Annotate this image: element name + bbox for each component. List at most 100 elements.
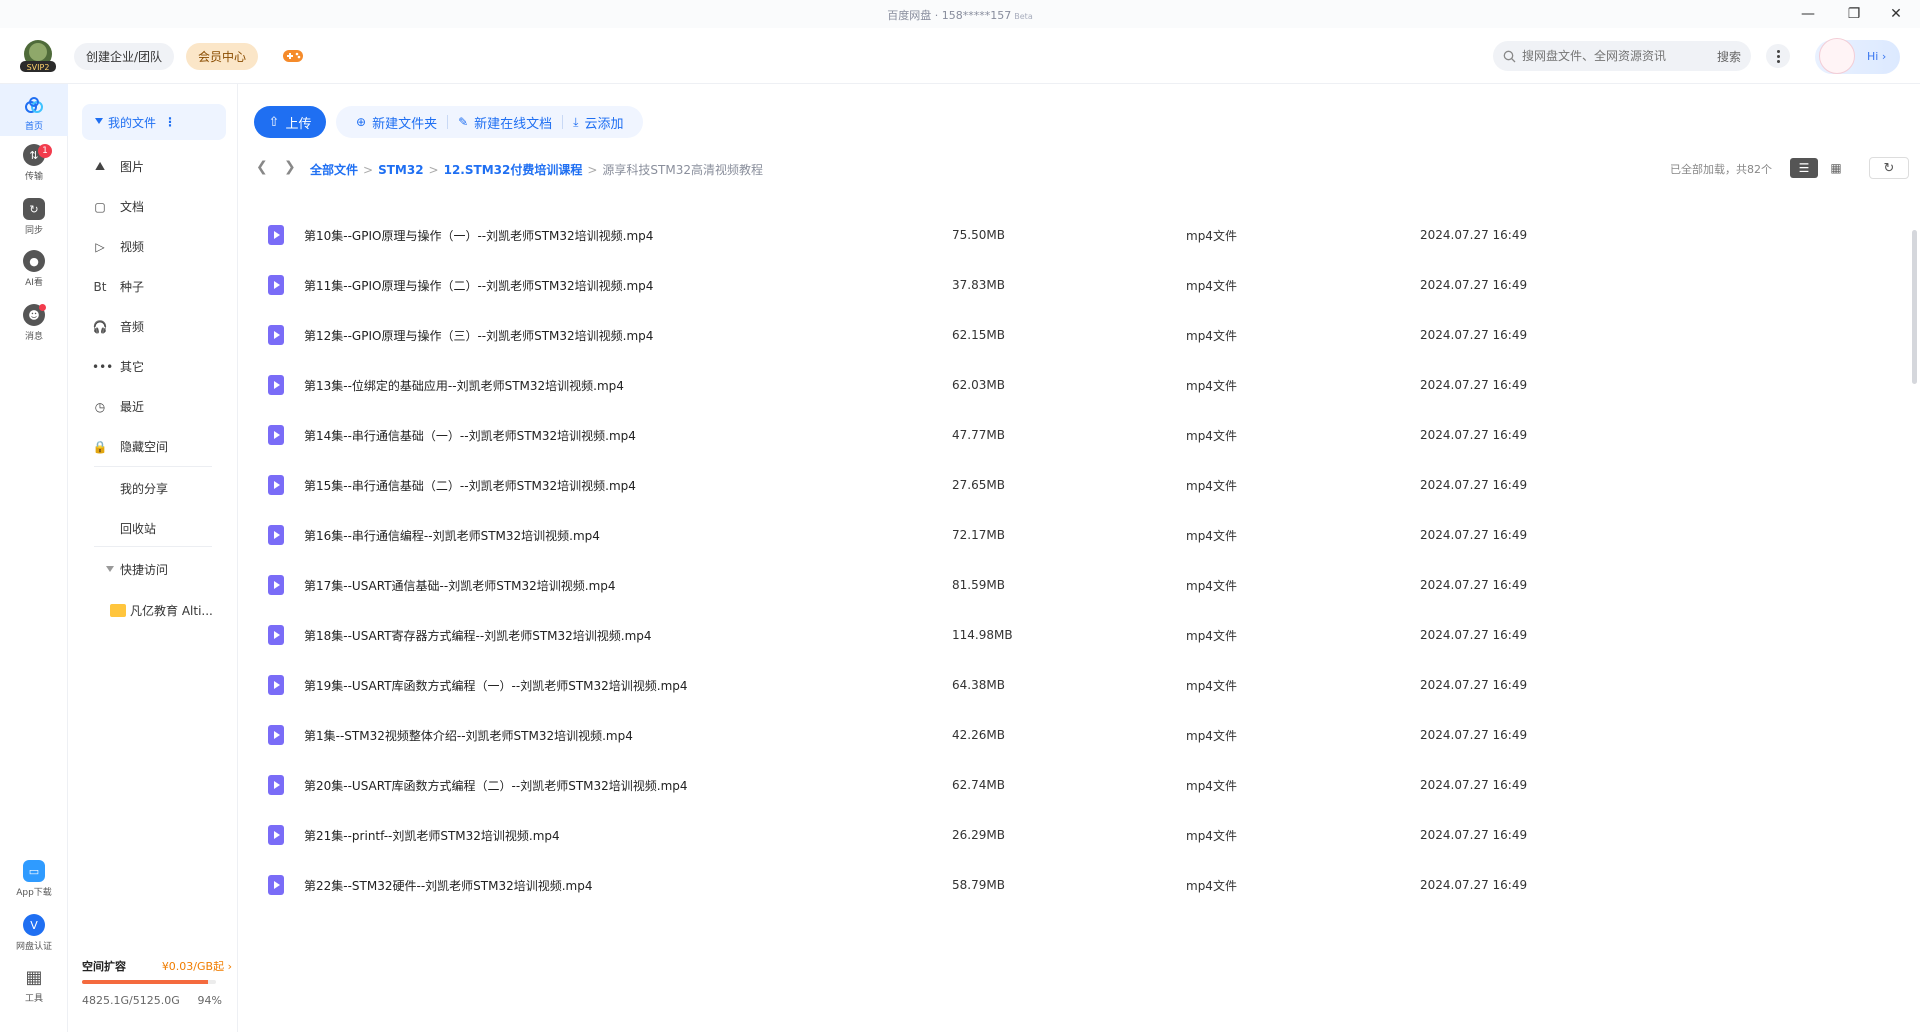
file-name[interactable]: 第15集--串行通信基础（二）--刘凯老师STM32培训视频.mp4 [304, 477, 636, 494]
file-row[interactable]: 第10集--GPIO原理与操作（一）--刘凯老师STM32培训视频.mp4 75.… [238, 210, 1920, 260]
list-view-icon[interactable]: ☰ [1790, 158, 1818, 178]
svip-avatar-logo[interactable]: SVIP2 [18, 39, 58, 73]
rail-item-ai[interactable]: ● AI看 [0, 250, 68, 288]
user-hi-badge[interactable]: Hi › [1815, 38, 1900, 74]
file-row[interactable]: 第15集--串行通信基础（二）--刘凯老师STM32培训视频.mp4 27.65M… [238, 460, 1920, 510]
rail-item-app-download[interactable]: ▭ App下载 [0, 860, 68, 898]
breadcrumb-item[interactable]: 全部文件 [310, 161, 358, 178]
search-button[interactable]: 搜索 [1717, 48, 1741, 65]
cloud-add-button[interactable]: ⤓ 云添加 [563, 113, 633, 132]
file-name[interactable]: 第11集--GPIO原理与操作（二）--刘凯老师STM32培训视频.mp4 [304, 277, 653, 294]
file-row[interactable]: 第19集--USART库函数方式编程（一）--刘凯老师STM32培训视频.mp4… [238, 660, 1920, 710]
message-unread-dot [39, 304, 46, 311]
breadcrumb-item[interactable]: 12.STM32付费培训课程 [444, 161, 583, 178]
file-row[interactable]: 第14集--串行通信基础（一）--刘凯老师STM32培训视频.mp4 47.77M… [238, 410, 1920, 460]
rail-item-sync[interactable]: ↻ 同步 [0, 198, 68, 236]
kebab-icon[interactable]: ⋮ [164, 115, 176, 129]
file-name[interactable]: 第20集--USART库函数方式编程（二）--刘凯老师STM32培训视频.mp4 [304, 777, 688, 794]
sidebar-item-other[interactable]: ••• 其它 [92, 358, 144, 375]
sidebar-item-label: 图片 [120, 160, 145, 174]
file-type: mp4文件 [1186, 528, 1237, 543]
rail-item-home[interactable]: 首页 [0, 84, 68, 136]
file-size: 64.38MB [952, 678, 1005, 692]
create-team-button[interactable]: 创建企业/团队 [74, 43, 175, 70]
file-date: 2024.07.27 16:49 [1420, 628, 1528, 642]
storage-price[interactable]: ¥0.03/GB起 › [162, 958, 232, 974]
file-size: 37.83MB [952, 278, 1005, 292]
recent-icon: ◷ [94, 399, 106, 414]
file-type: mp4文件 [1186, 278, 1237, 293]
sidebar-item-recent[interactable]: ◷ 最近 [95, 398, 144, 415]
sidebar-item-documents[interactable]: ▢ 文档 [94, 198, 144, 215]
file-row[interactable]: 第1集--STM32视频整体介绍--刘凯老师STM32培训视频.mp4 42.26… [238, 710, 1920, 760]
file-type: mp4文件 [1186, 628, 1237, 643]
sidebar-my-files[interactable]: 我的文件 ⋮ [82, 104, 226, 140]
rail-label: 同步 [24, 226, 43, 236]
file-row[interactable]: 第12集--GPIO原理与操作（三）--刘凯老师STM32培训视频.mp4 62.… [238, 310, 1920, 360]
search-input[interactable] [1522, 49, 1702, 63]
sidebar-item-videos[interactable]: ▷ 视频 [95, 238, 144, 255]
rail-item-tools[interactable]: ▦ 工具 [0, 966, 68, 1005]
file-name[interactable]: 第13集--位绑定的基础应用--刘凯老师STM32培训视频.mp4 [304, 377, 624, 394]
upload-label: 上传 [285, 116, 312, 132]
rail-item-message[interactable]: ☻ 消息 [0, 304, 68, 342]
video-file-icon [268, 675, 284, 695]
quick-access-folder[interactable]: 凡亿教育 Alti... [110, 602, 213, 619]
sidebar-item-label: 音频 [120, 320, 145, 334]
svip-level-text: SVIP2 [27, 63, 50, 72]
scrollbar[interactable] [1912, 230, 1917, 384]
rail-item-transfer[interactable]: ⇅ 传输 1 [0, 144, 68, 182]
breadcrumb-item[interactable]: STM32 [378, 163, 423, 177]
file-row[interactable]: 第16集--串行通信编程--刘凯老师STM32培训视频.mp4 72.17MB mp… [238, 510, 1920, 560]
file-name[interactable]: 第21集--printf--刘凯老师STM32培训视频.mp4 [304, 827, 560, 844]
new-doc-button[interactable]: ✎ 新建在线文档 [448, 113, 562, 132]
file-name[interactable]: 第1集--STM32视频整体介绍--刘凯老师STM32培训视频.mp4 [304, 727, 633, 744]
file-row[interactable]: 第11集--GPIO原理与操作（二）--刘凯老师STM32培训视频.mp4 37.… [238, 260, 1920, 310]
file-name[interactable]: 第19集--USART库函数方式编程（一）--刘凯老师STM32培训视频.mp4 [304, 677, 688, 694]
file-row[interactable]: 第22集--STM32硬件--刘凯老师STM32培训视频.mp4 58.79MB m… [238, 860, 1920, 910]
file-name[interactable]: 第18集--USART寄存器方式编程--刘凯老师STM32培训视频.mp4 [304, 627, 652, 644]
gamepad-icon[interactable] [282, 47, 304, 65]
more-menu-button[interactable] [1766, 44, 1790, 68]
vip-center-button[interactable]: 会员中心 [186, 43, 259, 70]
sidebar-item-torrents[interactable]: Bt 种子 [94, 278, 145, 295]
file-name[interactable]: 第17集--USART通信基础--刘凯老师STM32培训视频.mp4 [304, 577, 616, 594]
file-date: 2024.07.27 16:49 [1420, 278, 1528, 292]
sidebar-item-hidden-space[interactable]: 🔒 隐藏空间 [93, 438, 169, 455]
minimize-button[interactable]: — [1796, 4, 1820, 24]
beta-tag: Beta [1014, 12, 1033, 21]
file-row[interactable]: 第20集--USART库函数方式编程（二）--刘凯老师STM32培训视频.mp4… [238, 760, 1920, 810]
restore-button[interactable]: ❐ [1842, 4, 1866, 24]
grid-view-icon[interactable]: ▦ [1822, 158, 1850, 178]
file-row[interactable]: 第17集--USART通信基础--刘凯老师STM32培训视频.mp4 81.59M… [238, 560, 1920, 610]
file-size: 62.15MB [952, 328, 1005, 342]
file-row[interactable]: 第13集--位绑定的基础应用--刘凯老师STM32培训视频.mp4 62.03MB… [238, 360, 1920, 410]
video-file-icon [268, 525, 284, 545]
video-file-icon [268, 775, 284, 795]
refresh-icon[interactable]: ↻ [1869, 157, 1909, 179]
new-folder-button[interactable]: ⊕ 新建文件夹 [346, 113, 447, 132]
file-type: mp4文件 [1186, 578, 1237, 593]
sidebar-item-my-share[interactable]: 我的分享 [120, 480, 168, 497]
sidebar-item-images[interactable]: ⛰ 图片 [95, 158, 145, 175]
file-name[interactable]: 第22集--STM32硬件--刘凯老师STM32培训视频.mp4 [304, 877, 593, 894]
chevron-down-icon[interactable] [106, 566, 114, 572]
file-row[interactable]: 第18集--USART寄存器方式编程--刘凯老师STM32培训视频.mp4 114… [238, 610, 1920, 660]
sidebar-item-audio[interactable]: 🎧 音频 [93, 318, 145, 335]
back-arrow-icon[interactable]: ❮ [256, 159, 268, 175]
sidebar-item-recycle[interactable]: 回收站 [120, 520, 156, 537]
storage-panel[interactable]: 空间扩容 ¥0.03/GB起 › 4825.1G/5125.0G 94% [82, 958, 232, 1007]
forward-arrow-icon[interactable]: ❯ [284, 159, 296, 175]
rail-item-verify[interactable]: V 网盘认证 [0, 914, 68, 952]
file-name[interactable]: 第12集--GPIO原理与操作（三）--刘凯老师STM32培训视频.mp4 [304, 327, 653, 344]
file-row[interactable]: 第21集--printf--刘凯老师STM32培训视频.mp4 26.29MB mp… [238, 810, 1920, 860]
toolbar-group: ⊕ 新建文件夹 ✎ 新建在线文档 ⤓ 云添加 [336, 106, 644, 138]
file-name[interactable]: 第10集--GPIO原理与操作（一）--刘凯老师STM32培训视频.mp4 [304, 227, 653, 244]
file-name[interactable]: 第14集--串行通信基础（一）--刘凯老师STM32培训视频.mp4 [304, 427, 636, 444]
file-date: 2024.07.27 16:49 [1420, 678, 1528, 692]
file-name[interactable]: 第16集--串行通信编程--刘凯老师STM32培训视频.mp4 [304, 527, 600, 544]
upload-button[interactable]: ⇧ 上传 [254, 106, 326, 138]
sidebar-item-label: 种子 [120, 280, 145, 294]
close-button[interactable]: ✕ [1884, 4, 1908, 24]
sidebar-quick-access[interactable]: 快捷访问 [120, 561, 168, 578]
